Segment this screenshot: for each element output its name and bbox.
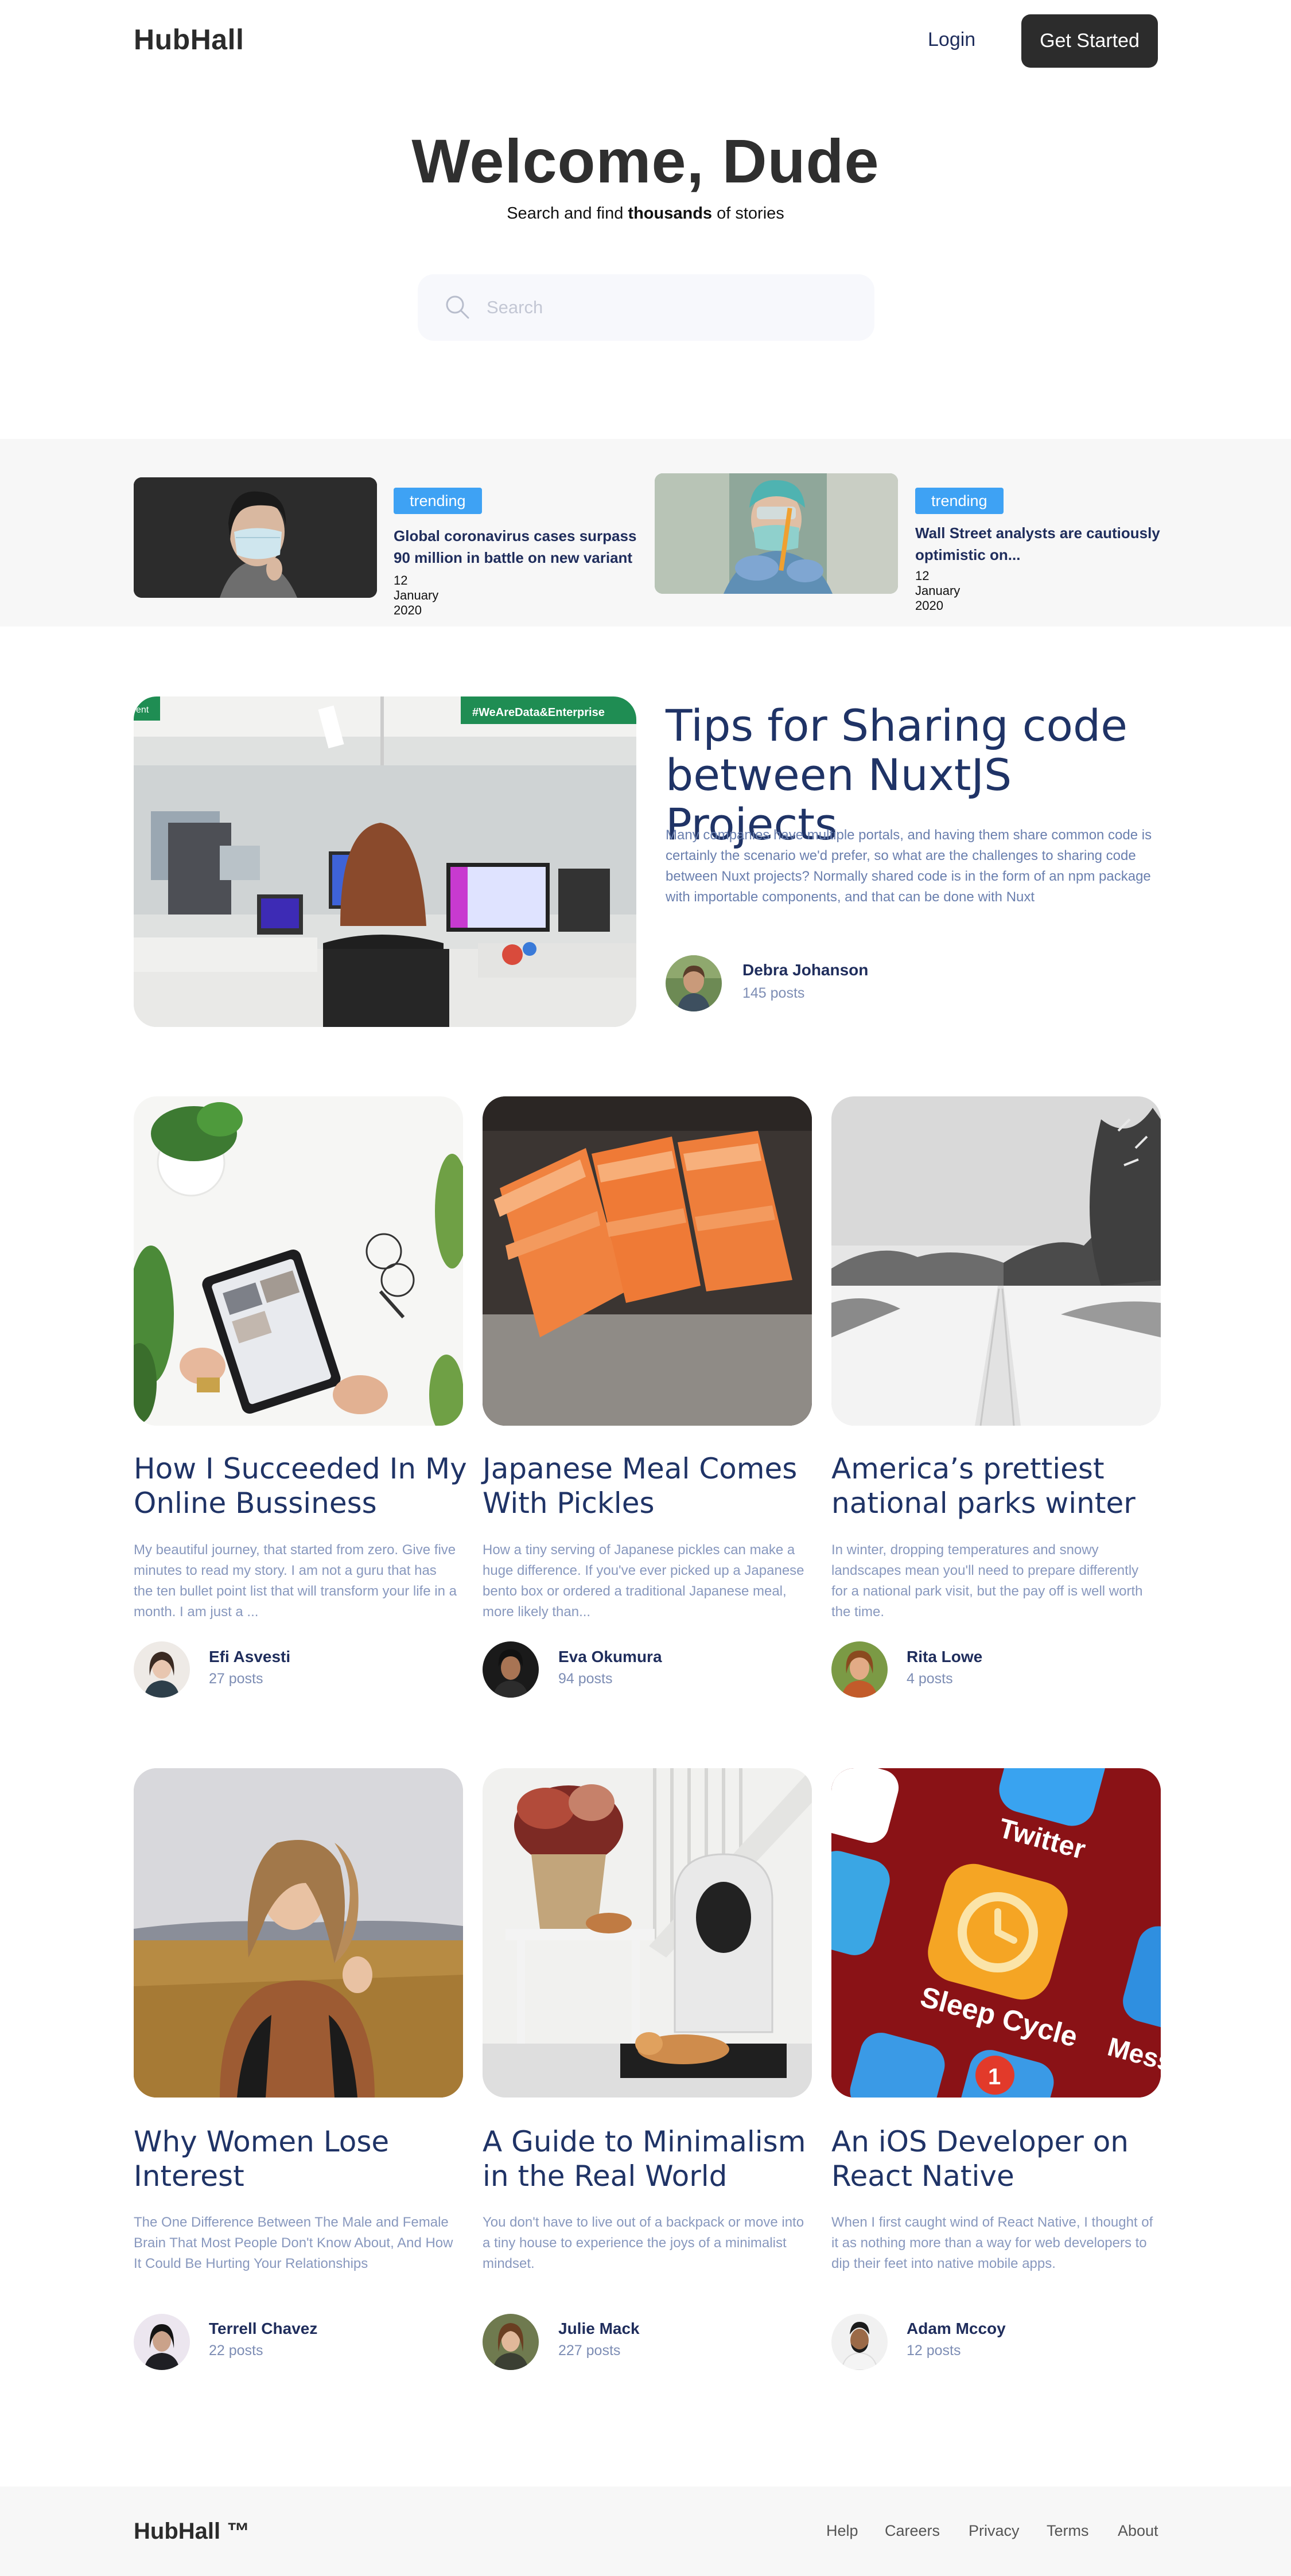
author-post-count: 227 posts	[558, 2342, 621, 2359]
trending-image-mask-woman[interactable]	[134, 477, 377, 598]
author-name[interactable]: Rita Lowe	[907, 1648, 982, 1666]
search-icon	[444, 294, 470, 320]
article-image-snow[interactable]	[831, 1096, 1161, 1426]
trending-section: trending Global coronavirus cases surpas…	[0, 439, 1291, 627]
author-avatar[interactable]	[666, 955, 722, 1011]
footer-link-about[interactable]: About	[1118, 2522, 1158, 2540]
article-description: When I first caught wind of React Native…	[831, 2215, 1153, 2271]
site-footer: HubHall ™ Help Careers Privacy Terms Abo…	[0, 2486, 1291, 2576]
trending-date: 12 January 2020	[915, 569, 961, 613]
author-name[interactable]: Efi Asvesti	[209, 1648, 290, 1666]
site-logo[interactable]: HubHall	[134, 23, 244, 56]
author-post-count: 94 posts	[558, 1671, 613, 1687]
article-image-app-icons[interactable]: ogle Twitter Sleep Cycle Mess 1	[831, 1768, 1161, 2098]
trending-title[interactable]: Wall Street analysts are cautiously opti…	[915, 522, 1168, 566]
author-name[interactable]: Terrell Chavez	[209, 2320, 317, 2338]
article-description: How a tiny serving of Japanese pickles c…	[483, 1542, 804, 1620]
search-bar[interactable]	[418, 274, 874, 341]
article-title[interactable]: Japanese Meal Comes With Pickles	[483, 1452, 821, 1520]
article-image-cat-room[interactable]	[483, 1768, 812, 2098]
trending-title[interactable]: Global coronavirus cases surpass 90 mill…	[394, 525, 646, 569]
article-description: In winter, dropping temperatures and sno…	[831, 1542, 1143, 1620]
author-post-count: 12 posts	[907, 2342, 961, 2359]
footer-link-help[interactable]: Help	[826, 2522, 858, 2540]
author-avatar[interactable]	[134, 2314, 190, 2370]
author-avatar[interactable]	[483, 1641, 539, 1698]
article-description: My beautiful journey, that started from …	[134, 1542, 457, 1620]
author-avatar[interactable]	[831, 2314, 888, 2370]
author-post-count: 4 posts	[907, 1671, 953, 1687]
site-header: HubHall Login Get Started	[0, 0, 1291, 81]
hero-subtitle-post: of stories	[712, 204, 784, 223]
hero-title: Welcome, Dude	[411, 126, 880, 196]
author-avatar[interactable]	[134, 1641, 190, 1698]
banner-tag-text: ent	[136, 705, 149, 715]
author-post-count: 27 posts	[209, 1671, 263, 1687]
article-title[interactable]: A Guide to Minimalism in the Real World	[483, 2124, 821, 2193]
footer-link-privacy[interactable]: Privacy	[969, 2522, 1020, 2540]
footer-link-terms[interactable]: Terms	[1047, 2522, 1089, 2540]
trending-badge: trending	[915, 488, 1004, 514]
footer-link-careers[interactable]: Careers	[885, 2522, 940, 2540]
article-title[interactable]: How I Succeeded In My Online Bussiness	[134, 1452, 472, 1520]
search-input[interactable]	[487, 291, 854, 324]
author-post-count: 22 posts	[209, 2342, 263, 2359]
get-started-button[interactable]: Get Started	[1021, 14, 1158, 68]
hero-subtitle: Search and find thousands of stories	[0, 204, 1291, 223]
notification-count: 1	[988, 2064, 1001, 2089]
hero-subtitle-pre: Search and find	[507, 204, 628, 223]
article-description: The One Difference Between The Male and …	[134, 2215, 453, 2271]
article-image-tablet[interactable]	[134, 1096, 463, 1426]
page: HubHall Login Get Started Welcome, Dude …	[0, 0, 1291, 2576]
article-title[interactable]: An iOS Developer on React Native	[831, 2124, 1170, 2193]
featured-image-office[interactable]: ent #WeAreData&Enterprise	[134, 696, 636, 1027]
article-image-salmon[interactable]	[483, 1096, 812, 1426]
author-avatar[interactable]	[483, 2314, 539, 2370]
author-avatar[interactable]	[831, 1641, 888, 1698]
article-title[interactable]: America’s prettiest national parks winte…	[831, 1452, 1170, 1520]
article-title[interactable]: Why Women Lose Interest	[134, 2124, 472, 2193]
author-name[interactable]: Debra Johanson	[742, 961, 868, 979]
trending-image-syringe[interactable]	[655, 473, 898, 594]
author-name[interactable]: Julie Mack	[558, 2320, 640, 2338]
footer-logo[interactable]: HubHall ™	[134, 2519, 250, 2544]
author-name[interactable]: Eva Okumura	[558, 1648, 662, 1666]
article-description: You don't have to live out of a backpack…	[483, 2215, 804, 2271]
author-name[interactable]: Adam Mccoy	[907, 2320, 1006, 2338]
article-image-woman-field[interactable]	[134, 1768, 463, 2098]
featured-description: Many companies have multiple portals, an…	[666, 827, 1152, 905]
author-post-count: 145 posts	[742, 985, 805, 1001]
login-link[interactable]: Login	[928, 29, 975, 51]
banner-text: #WeAreData&Enterprise	[472, 706, 605, 719]
trending-badge: trending	[394, 488, 482, 514]
hero-subtitle-bold: thousands	[628, 204, 713, 223]
trending-date: 12 January 2020	[394, 573, 439, 617]
